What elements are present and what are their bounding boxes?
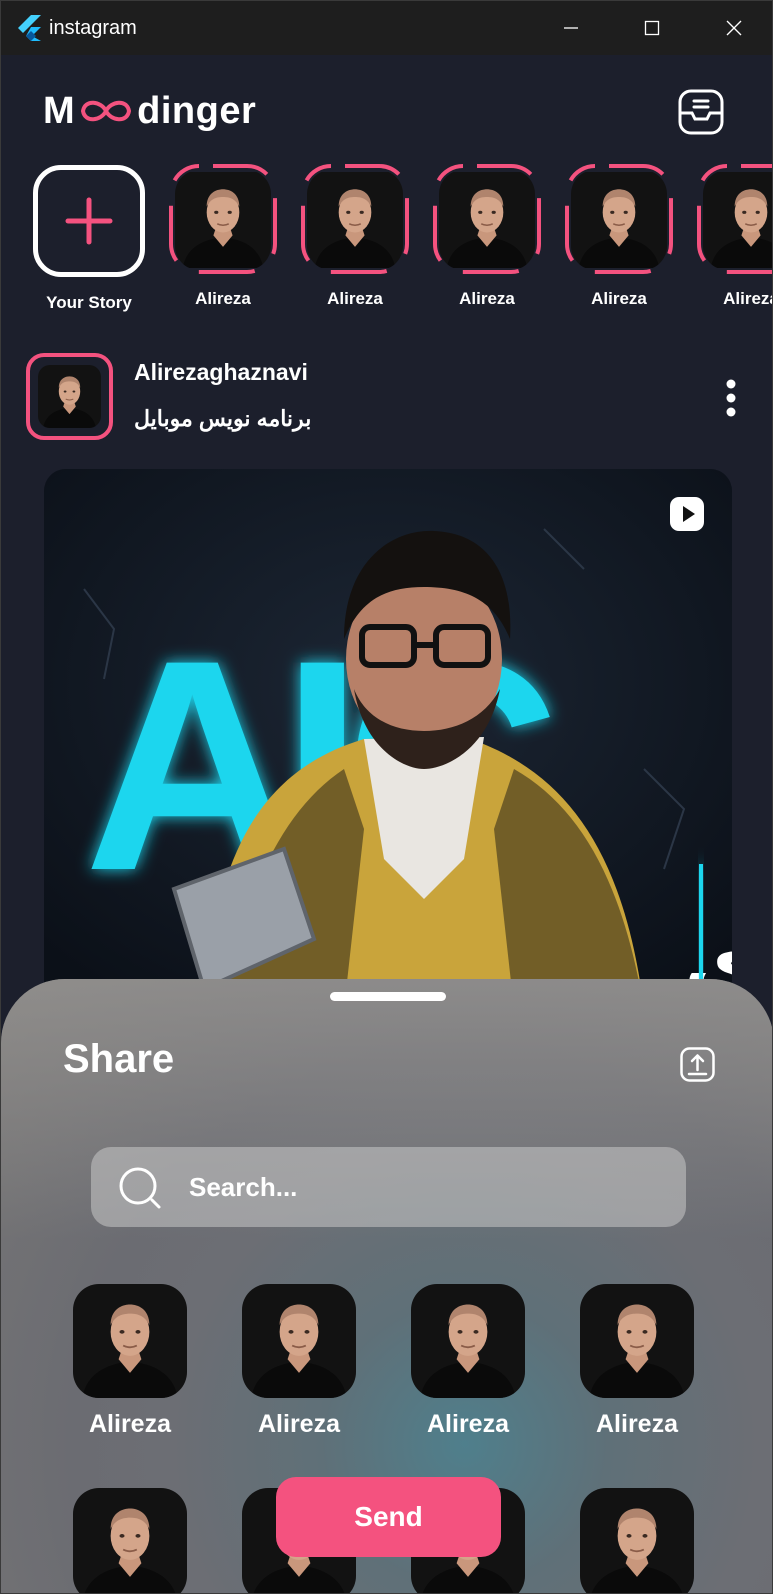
upload-button[interactable] [680,1047,715,1082]
avatar [580,1488,694,1594]
contact-item[interactable]: Alireza [73,1284,188,1444]
avatar [38,365,101,428]
your-story-label: Your Story [46,293,132,312]
play-icon [670,497,704,531]
infinity-icon [77,95,135,127]
contact-item[interactable]: Alireza [580,1284,695,1444]
window-title: instagram [49,17,137,39]
close-icon [726,20,742,36]
contact-item[interactable] [73,1488,188,1594]
contact-item[interactable] [580,1488,695,1594]
drag-handle[interactable] [330,992,446,1001]
send-button[interactable]: Send [276,1477,501,1557]
contact-name: Alireza [596,1410,678,1438]
avatar [411,1284,525,1398]
post-image-art: AIC انگلیسی برای [44,469,732,1009]
story-item[interactable]: Alireza [563,164,675,314]
add-story-button[interactable] [33,165,145,277]
story-item[interactable]: Alireza [167,164,279,314]
app-window: instagram M dinger Your Story Alireza Al… [0,0,773,1594]
contact-name: Alireza [89,1410,171,1438]
avatar [242,1284,356,1398]
search-input[interactable] [189,1169,659,1205]
contact-name: Alireza [258,1410,340,1438]
inbox-icon [678,89,724,135]
app-logo: M dinger [43,89,256,133]
avatar [73,1488,187,1594]
search-box[interactable] [91,1147,686,1227]
post-image[interactable]: AIC انگلیسی برای [44,469,732,1009]
plus-icon [65,197,113,245]
title-bar: instagram [1,1,772,55]
post-username[interactable]: Alirezaghaznavi [134,359,308,386]
close-button[interactable] [694,1,772,55]
avatar [73,1284,187,1398]
upload-icon [680,1047,715,1082]
story-name: Alireza [723,289,772,308]
reel-badge [669,496,705,532]
search-icon [119,1167,161,1209]
story-name: Alireza [591,289,647,308]
avatar [439,170,535,270]
logo-text-start: M [43,89,76,132]
avatar [703,170,773,270]
contact-name: Alireza [427,1410,509,1438]
minimize-button[interactable] [531,1,611,55]
avatar [571,170,667,270]
story-item[interactable]: Alireza [695,164,773,314]
flutter-icon [17,15,41,41]
post-bio: برنامه نویس موبایل [134,406,312,431]
maximize-icon [644,20,660,36]
contact-item[interactable]: Alireza [242,1284,357,1444]
story-item[interactable]: Alireza [299,164,411,314]
contact-item[interactable]: Alireza [411,1284,526,1444]
avatar [307,170,403,270]
story-item[interactable]: Alireza [431,164,543,314]
avatar [175,170,271,270]
story-name: Alireza [459,289,515,308]
maximize-button[interactable] [612,1,692,55]
post-author-avatar[interactable] [26,353,113,440]
inbox-button[interactable] [678,89,724,135]
share-title: Share [63,1037,175,1081]
more-vertical-icon [726,379,736,417]
post-menu-button[interactable] [724,379,738,417]
avatar [580,1284,694,1398]
story-name: Alireza [195,289,251,308]
share-sheet: Share Alireza Alireza Alireza [1,979,772,1594]
story-name: Alireza [327,289,383,308]
logo-text-end: dinger [137,89,257,132]
minimize-icon [564,27,578,29]
